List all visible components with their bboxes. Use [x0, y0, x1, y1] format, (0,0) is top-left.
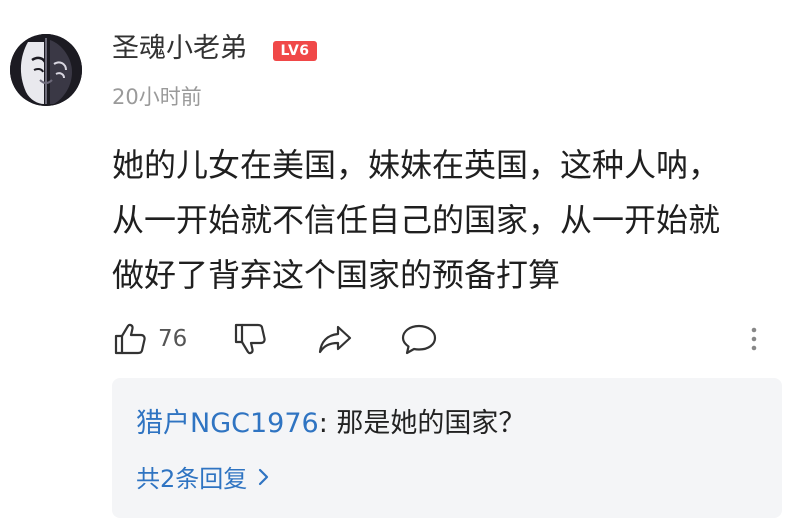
chevron-right-icon [247, 460, 271, 498]
reply-button[interactable] [400, 316, 438, 362]
avatar[interactable] [10, 34, 82, 106]
author-name[interactable]: 圣魂小老弟 [112, 30, 247, 68]
share-button[interactable] [316, 316, 354, 362]
thumbs-down-icon [232, 321, 268, 357]
thumbs-up-icon [112, 321, 148, 357]
comment-actions: 76 [112, 316, 782, 362]
level-badge: LV6 [273, 41, 317, 61]
more-options-button[interactable] [748, 316, 760, 362]
avatar-image [10, 34, 82, 106]
reply-separator: : [318, 408, 337, 439]
comment-text: 她的儿女在美国，妹妹在英国，这种人呐， 从一开始就不信任自己的国家，从一开始就 … [112, 138, 788, 303]
speech-bubble-icon [400, 321, 438, 357]
comment-text-line: 从一开始就不信任自己的国家，从一开始就 [112, 201, 721, 239]
comment-card: 圣魂小老弟 LV6 20小时前 她的儿女在美国，妹妹在英国，这种人呐， 从一开始… [0, 0, 800, 518]
comment-timestamp: 20小时前 [112, 85, 202, 109]
vertical-dots-icon [748, 321, 760, 357]
dislike-button[interactable] [232, 316, 268, 362]
reply-author[interactable]: 猎户NGC1976 [136, 408, 319, 439]
reply-text: 那是她的国家？ [336, 408, 526, 439]
like-count: 76 [158, 326, 188, 352]
reply-item[interactable]: 猎户NGC1976: 那是她的国家？ [136, 404, 525, 444]
comment-text-line: 她的儿女在美国，妹妹在英国，这种人呐， [112, 146, 721, 184]
share-arrow-icon [316, 321, 354, 357]
like-button[interactable]: 76 [112, 316, 187, 362]
replies-panel: 猎户NGC1976: 那是她的国家？ 共2条回复 [112, 378, 782, 518]
more-replies-label: 共2条回复 [136, 465, 248, 493]
comment-text-line: 做好了背弃这个国家的预备打算 [112, 256, 561, 294]
view-more-replies-link[interactable]: 共2条回复 [136, 460, 271, 498]
